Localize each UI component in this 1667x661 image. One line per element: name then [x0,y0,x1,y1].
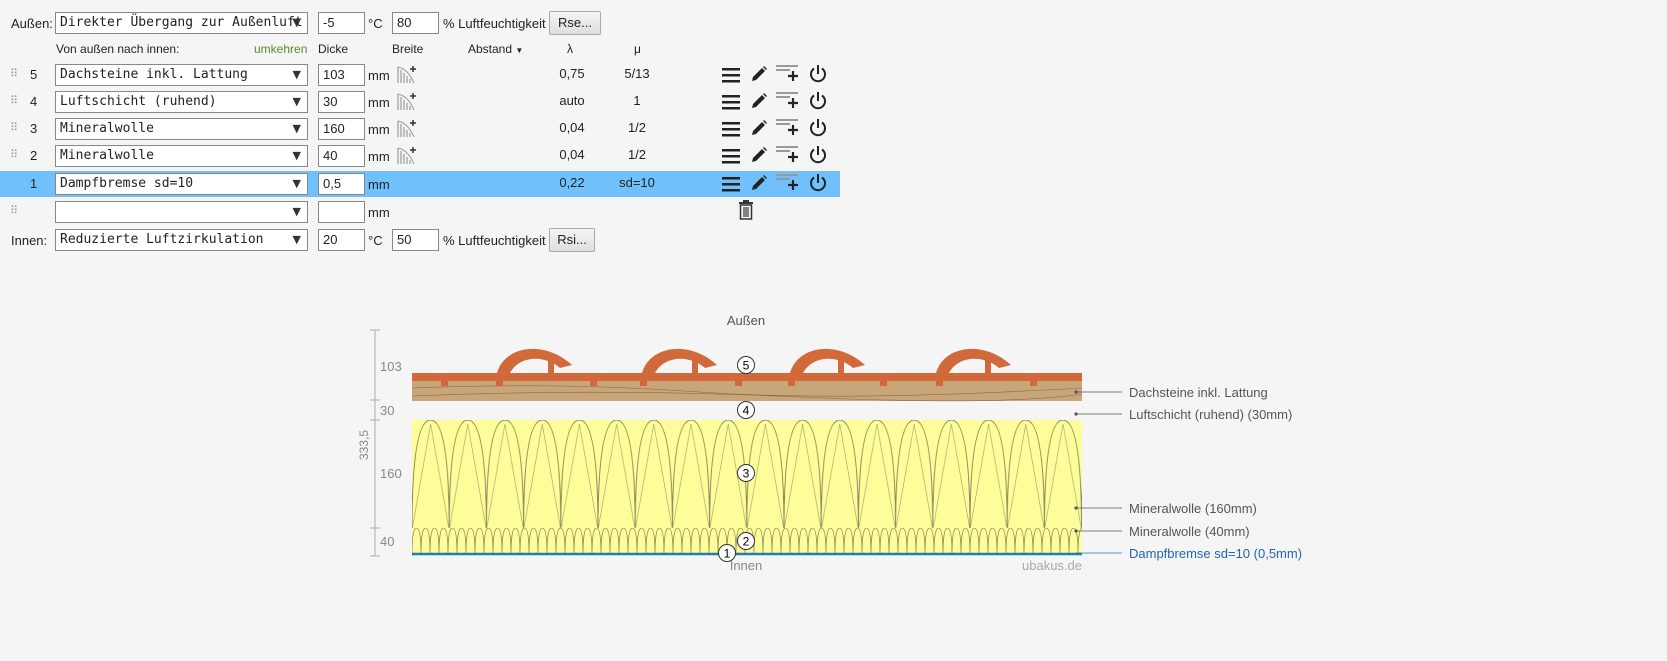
layer-marker-5: 5 [737,356,755,374]
svg-text:2: 2 [743,535,750,549]
layer-marker-2: 2 [737,532,755,550]
dimension-layer-4: 30 [380,403,394,418]
diagram-bottom-label: Innen [730,558,763,573]
svg-text:5: 5 [743,359,750,373]
legend-layer-2: Mineralwolle (40mm) [1129,524,1250,539]
dimension-layer-2: 40 [380,534,394,549]
watermark: ubakus.de [1022,558,1082,573]
dimension-layer-3: 160 [380,466,402,481]
legend-layer-1: Dampfbremse sd=10 (0,5mm) [1129,546,1302,561]
legend-layer-5: Dachsteine inkl. Lattung [1129,385,1268,400]
dimension-total: 333,5 [357,430,371,460]
dimension-layer-5: 103 [380,359,402,374]
diagram-top-label: Außen [727,313,765,328]
layer-marker-3: 3 [737,464,755,482]
legend-layer-4: Luftschicht (ruhend) (30mm) [1129,407,1292,422]
layer-marker-4: 4 [737,401,755,419]
legend-layer-3: Mineralwolle (160mm) [1129,501,1257,516]
svg-text:3: 3 [743,467,750,481]
svg-text:4: 4 [743,404,750,418]
layer-diagram: Außen 333,5 103 30 160 40 5 4 3 2 1 Inne… [357,313,1302,573]
